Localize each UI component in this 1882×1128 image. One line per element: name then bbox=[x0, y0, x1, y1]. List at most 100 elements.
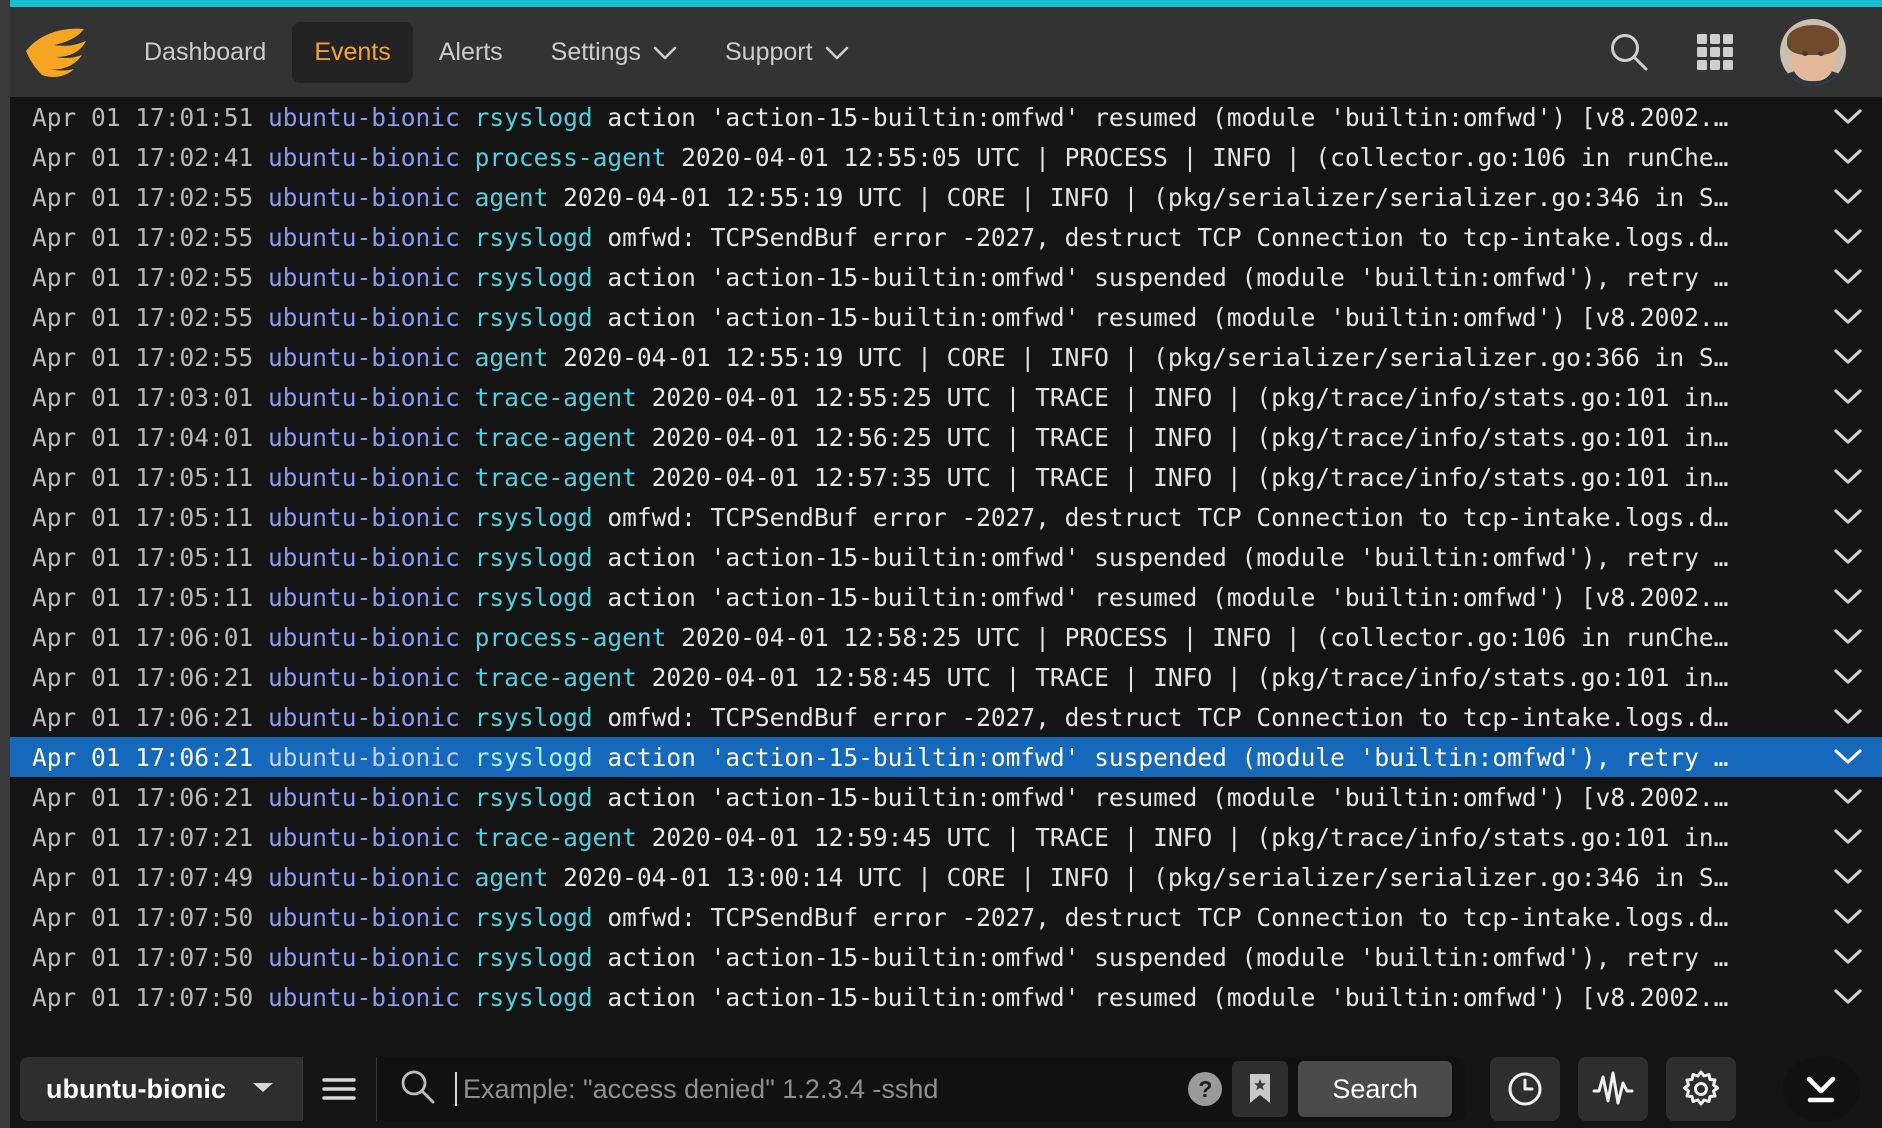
log-row-text: Apr 01 17:06:21 ubuntu-bionic rsyslogd a… bbox=[32, 783, 1824, 812]
log-row[interactable]: Apr 01 17:04:01 ubuntu-bionic trace-agen… bbox=[10, 417, 1882, 457]
chevron-down-icon[interactable] bbox=[1824, 668, 1872, 686]
log-message: action 'action-15-builtin:omfwd' resumed… bbox=[607, 782, 1729, 812]
log-process: rsyslogd bbox=[474, 502, 593, 532]
nav-label-dashboard: Dashboard bbox=[144, 37, 267, 66]
chevron-down-icon[interactable] bbox=[1824, 948, 1872, 966]
nav-item-dashboard[interactable]: Dashboard bbox=[122, 22, 288, 83]
chevron-down-icon[interactable] bbox=[1824, 588, 1872, 606]
search-input[interactable]: Example: "access denied" 1.2.3.4 -sshd ?… bbox=[375, 1057, 1466, 1121]
log-row[interactable]: Apr 01 17:02:55 ubuntu-bionic agent 2020… bbox=[10, 177, 1882, 217]
log-timestamp: Apr 01 17:05:11 bbox=[32, 462, 254, 492]
nav-item-alerts[interactable]: Alerts bbox=[417, 22, 525, 83]
chevron-down-icon[interactable] bbox=[1824, 988, 1872, 1006]
hamburger-menu-icon[interactable] bbox=[301, 1057, 376, 1121]
log-row[interactable]: Apr 01 17:01:51 ubuntu-bionic rsyslogd a… bbox=[10, 97, 1882, 137]
log-process: process-agent bbox=[474, 622, 667, 652]
user-avatar[interactable] bbox=[1780, 19, 1846, 85]
log-row-text: Apr 01 17:07:49 ubuntu-bionic agent 2020… bbox=[32, 863, 1824, 892]
log-row-text: Apr 01 17:05:11 ubuntu-bionic rsyslogd a… bbox=[32, 583, 1824, 612]
log-row[interactable]: Apr 01 17:03:01 ubuntu-bionic trace-agen… bbox=[10, 377, 1882, 417]
chevron-down-icon[interactable] bbox=[1824, 508, 1872, 526]
chevron-down-icon[interactable] bbox=[1824, 428, 1872, 446]
log-row[interactable]: Apr 01 17:05:11 ubuntu-bionic rsyslogd a… bbox=[10, 577, 1882, 617]
log-row[interactable]: Apr 01 17:02:55 ubuntu-bionic rsyslogd o… bbox=[10, 217, 1882, 257]
activity-pulse-icon[interactable] bbox=[1577, 1057, 1648, 1121]
log-hostname: ubuntu-bionic bbox=[268, 422, 460, 452]
text-cursor bbox=[454, 1072, 457, 1106]
log-row[interactable]: Apr 01 17:06:21 ubuntu-bionic rsyslogd a… bbox=[10, 777, 1882, 817]
log-hostname: ubuntu-bionic bbox=[268, 502, 460, 532]
search-icon[interactable] bbox=[1608, 31, 1650, 73]
chevron-down-icon[interactable] bbox=[1824, 228, 1872, 246]
log-process: rsyslogd bbox=[474, 222, 593, 252]
log-timestamp: Apr 01 17:07:50 bbox=[32, 982, 254, 1012]
search-placeholder: Example: "access denied" 1.2.3.4 -sshd bbox=[462, 1073, 939, 1104]
log-row[interactable]: Apr 01 17:05:11 ubuntu-bionic trace-agen… bbox=[10, 457, 1882, 497]
chevron-down-icon[interactable] bbox=[1824, 108, 1872, 126]
chevron-down-icon[interactable] bbox=[1824, 268, 1872, 286]
chevron-down-icon[interactable] bbox=[1824, 748, 1872, 766]
chevron-down-icon[interactable] bbox=[1824, 908, 1872, 926]
log-row[interactable]: Apr 01 17:02:55 ubuntu-bionic rsyslogd a… bbox=[10, 297, 1882, 337]
log-hostname: ubuntu-bionic bbox=[268, 742, 460, 772]
chevron-down-icon[interactable] bbox=[1824, 308, 1872, 326]
log-row[interactable]: Apr 01 17:07:50 ubuntu-bionic rsyslogd o… bbox=[10, 897, 1882, 937]
log-message: 2020-04-01 12:56:25 UTC | TRACE | INFO |… bbox=[651, 422, 1729, 452]
log-timestamp: Apr 01 17:02:55 bbox=[32, 262, 254, 292]
search-cluster: ubuntu-bionic Example: "access denied" 1… bbox=[20, 1057, 1466, 1121]
chevron-down-icon[interactable] bbox=[1824, 828, 1872, 846]
log-row-text: Apr 01 17:04:01 ubuntu-bionic trace-agen… bbox=[32, 423, 1824, 452]
log-message: 2020-04-01 12:55:05 UTC | PROCESS | INFO… bbox=[681, 142, 1729, 172]
log-process: agent bbox=[474, 182, 549, 212]
chevron-down-icon[interactable] bbox=[1824, 148, 1872, 166]
log-row[interactable]: Apr 01 17:05:11 ubuntu-bionic rsyslogd o… bbox=[10, 497, 1882, 537]
chevron-down-icon[interactable] bbox=[1824, 468, 1872, 486]
log-row[interactable]: Apr 01 17:07:50 ubuntu-bionic rsyslogd a… bbox=[10, 937, 1882, 977]
chevron-down-icon[interactable] bbox=[1824, 548, 1872, 566]
chevron-down-icon[interactable] bbox=[1824, 388, 1872, 406]
log-timestamp: Apr 01 17:07:50 bbox=[32, 902, 254, 932]
log-row[interactable]: Apr 01 17:05:11 ubuntu-bionic rsyslogd a… bbox=[10, 537, 1882, 577]
log-row[interactable]: Apr 01 17:02:55 ubuntu-bionic agent 2020… bbox=[10, 337, 1882, 377]
log-timestamp: Apr 01 17:03:01 bbox=[32, 382, 254, 412]
host-filter-dropdown[interactable]: ubuntu-bionic bbox=[20, 1057, 302, 1121]
log-row[interactable]: Apr 01 17:02:55 ubuntu-bionic rsyslogd a… bbox=[10, 257, 1882, 297]
log-message: action 'action-15-builtin:omfwd' suspend… bbox=[607, 262, 1729, 292]
log-hostname: ubuntu-bionic bbox=[268, 902, 460, 932]
log-row[interactable]: Apr 01 17:07:50 ubuntu-bionic rsyslogd a… bbox=[10, 977, 1882, 1017]
nav-item-settings[interactable]: Settings bbox=[529, 22, 699, 83]
log-row[interactable]: Apr 01 17:06:21 ubuntu-bionic rsyslogd a… bbox=[10, 737, 1882, 777]
chevron-down-icon[interactable] bbox=[1824, 188, 1872, 206]
help-icon[interactable]: ? bbox=[1188, 1072, 1223, 1106]
log-row-text: Apr 01 17:06:21 ubuntu-bionic trace-agen… bbox=[32, 663, 1824, 692]
jump-to-bottom-icon[interactable] bbox=[1782, 1056, 1860, 1122]
log-row[interactable]: Apr 01 17:02:41 ubuntu-bionic process-ag… bbox=[10, 137, 1882, 177]
log-hostname: ubuntu-bionic bbox=[268, 262, 460, 292]
log-row[interactable]: Apr 01 17:07:49 ubuntu-bionic agent 2020… bbox=[10, 857, 1882, 897]
history-clock-icon[interactable] bbox=[1489, 1057, 1560, 1121]
log-timestamp: Apr 01 17:07:50 bbox=[32, 942, 254, 972]
solarwinds-logo[interactable] bbox=[22, 24, 94, 80]
settings-gear-icon[interactable] bbox=[1665, 1057, 1736, 1121]
chevron-down-icon[interactable] bbox=[1824, 868, 1872, 886]
log-row[interactable]: Apr 01 17:06:21 ubuntu-bionic trace-agen… bbox=[10, 657, 1882, 697]
nav-label-alerts: Alerts bbox=[438, 37, 503, 66]
log-process: rsyslogd bbox=[474, 782, 593, 812]
log-row[interactable]: Apr 01 17:06:01 ubuntu-bionic process-ag… bbox=[10, 617, 1882, 657]
caret-down-icon bbox=[250, 1079, 276, 1100]
log-hostname: ubuntu-bionic bbox=[268, 102, 460, 132]
search-button[interactable]: Search bbox=[1298, 1061, 1452, 1117]
nav-item-events[interactable]: Events bbox=[292, 21, 413, 83]
chevron-down-icon[interactable] bbox=[1824, 628, 1872, 646]
apps-grid-icon[interactable] bbox=[1694, 31, 1736, 73]
chevron-down-icon[interactable] bbox=[1824, 788, 1872, 806]
chevron-down-icon[interactable] bbox=[1824, 708, 1872, 726]
log-hostname: ubuntu-bionic bbox=[268, 382, 460, 412]
log-row[interactable]: Apr 01 17:06:21 ubuntu-bionic rsyslogd o… bbox=[10, 697, 1882, 737]
bookmark-star-icon[interactable] bbox=[1232, 1061, 1289, 1117]
log-row[interactable]: Apr 01 17:07:21 ubuntu-bionic trace-agen… bbox=[10, 817, 1882, 857]
chevron-down-icon[interactable] bbox=[1824, 348, 1872, 366]
log-hostname: ubuntu-bionic bbox=[268, 702, 460, 732]
event-log-list[interactable]: Apr 01 17:01:51 ubuntu-bionic rsyslogd a… bbox=[10, 97, 1882, 1050]
nav-item-support[interactable]: Support bbox=[703, 22, 871, 83]
